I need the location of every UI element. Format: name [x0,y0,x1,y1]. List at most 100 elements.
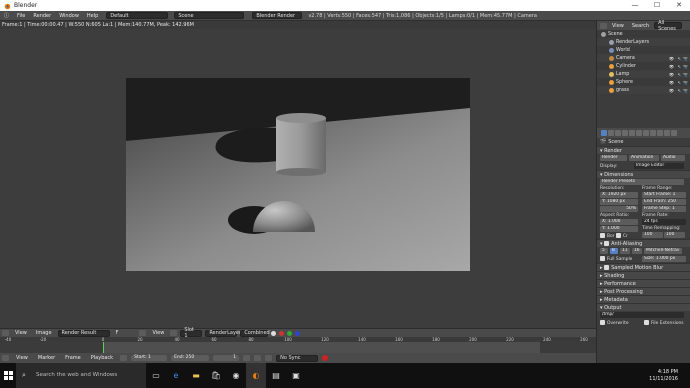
selectability-icon[interactable]: ↖ [678,72,681,77]
timeline-editor-type-icon[interactable] [2,355,9,361]
minimize-button[interactable]: — [624,0,646,11]
constraints-tab-icon[interactable] [636,130,642,136]
resolution-percent-field[interactable]: 50% [600,206,638,212]
aa-size-field[interactable]: Size: 1.000 px [642,256,686,262]
render-panel-title[interactable]: ▾ Render [597,146,690,154]
pin-icon[interactable] [139,330,147,336]
display-select[interactable]: Image Editor [634,163,684,169]
selectability-icon[interactable]: ↖ [678,56,681,61]
antialiasing-panel-title[interactable]: ▾ Anti-Aliasing [597,239,690,247]
render-visibility-icon[interactable]: 📷 [683,72,688,77]
info-editor-icon[interactable]: ⓘ [0,12,13,19]
outliner-item[interactable]: RenderLayers [597,38,690,46]
menu-file[interactable]: File [13,13,29,19]
outliner-item[interactable]: Cylinder 👁 ↖ 📷 [597,62,690,70]
layer-select[interactable]: RenderLayer [205,329,241,337]
end-frame-prop[interactable]: End Fram: 250 [642,199,686,205]
sync-select[interactable]: No Sync [276,354,319,362]
scene-select[interactable]: Scene [174,12,245,19]
outliner-item[interactable]: Lamp 👁 ↖ 📷 [597,70,690,78]
frame-menu[interactable]: Frame [62,355,84,361]
remap-new-field[interactable]: 100 [664,232,685,238]
outliner-item[interactable]: Camera 👁 ↖ 📷 [597,54,690,62]
outliner-filter-select[interactable]: All Scenes [654,20,683,32]
display-red-icon[interactable] [279,330,285,336]
layout-select[interactable]: Default [106,12,169,19]
taskbar-clock[interactable]: 4:18 PM 11/11/2016 [649,369,678,383]
render-visibility-icon[interactable]: 📷 [683,56,688,61]
world-tab-icon[interactable] [622,130,628,136]
timeline-editor[interactable]: -40 -20 0 20 40 60 80 100 120 140 160 18… [0,337,596,363]
task-view-icon[interactable]: ▭ [146,363,166,388]
texture-tab-icon[interactable] [664,130,670,136]
outliner-search-menu[interactable]: Search [629,23,652,29]
material-tab-icon[interactable] [657,130,663,136]
object-tab-icon[interactable] [629,130,635,136]
aa-samples-16[interactable]: 16 [632,248,642,254]
app-icon-4[interactable]: ▣ [286,363,306,388]
selectability-icon[interactable]: ↖ [678,88,681,93]
preview-range-icon[interactable] [120,355,128,361]
editor-type-icon[interactable] [2,330,9,336]
visibility-eye-icon[interactable]: 👁 [669,72,674,77]
view-menu[interactable]: View [12,330,30,336]
dimensions-panel-title[interactable]: ▾ Dimensions [597,170,690,178]
record-icon[interactable] [322,355,329,361]
render-visibility-icon[interactable]: 📷 [683,88,688,93]
render-layers-tab-icon[interactable] [608,130,614,136]
menu-window[interactable]: Window [55,13,83,19]
start-button[interactable] [0,363,16,388]
maximize-button[interactable]: ☐ [646,0,668,11]
shading-panel-title[interactable]: ▸ Shading [597,271,690,279]
frame-step-prop[interactable]: Frame Step: 1 [642,206,686,212]
marker-menu[interactable]: Marker [35,355,58,361]
blender-taskbar-icon[interactable]: ◐ [246,363,266,388]
image-datablock[interactable]: Render Result [57,329,110,337]
jump-start-icon[interactable] [243,355,251,361]
scene-tab-icon[interactable] [615,130,621,136]
start-frame-field[interactable]: Start: 1 [131,355,168,361]
view2-menu[interactable]: View [149,330,167,336]
display-rgb-icon[interactable] [271,330,277,336]
frame-rate-select[interactable]: 24 fps [642,219,686,225]
visibility-eye-icon[interactable]: 👁 [669,88,674,93]
aspect-y-field[interactable]: Y: 1.000 [600,226,638,232]
playhead[interactable] [103,342,104,353]
image-menu[interactable]: Image [33,330,55,336]
menu-help[interactable]: Help [83,13,102,19]
data-tab-icon[interactable] [650,130,656,136]
resolution-y-field[interactable]: Y: 1080 px [600,199,638,205]
aspect-x-field[interactable]: X: 1.000 [600,219,638,225]
post-processing-panel-title[interactable]: ▸ Post Processing [597,287,690,295]
outliner-item[interactable]: World [597,46,690,54]
aa-samples-8[interactable]: 8 [610,248,618,254]
outliner-view-menu[interactable]: View [609,23,627,29]
end-frame-field[interactable]: End: 250 [171,355,210,361]
motion-blur-panel-title[interactable]: ▸ Sampled Motion Blur [597,263,690,271]
selectability-icon[interactable]: ↖ [678,64,681,69]
particles-tab-icon[interactable] [671,130,677,136]
output-path-field[interactable]: /tmp/ [600,312,684,318]
metadata-panel-title[interactable]: ▸ Metadata [597,295,690,303]
display-blue-icon[interactable] [295,330,301,336]
render-visibility-icon[interactable]: 📷 [683,80,688,85]
chrome-icon[interactable]: ◉ [226,363,246,388]
pass-select[interactable]: Combined [240,329,270,337]
fake-user-button[interactable]: F [113,330,122,336]
store-icon[interactable]: 🛍 [206,363,226,388]
close-button[interactable]: ✕ [668,0,690,11]
crop-checkbox[interactable] [615,233,621,238]
animation-button[interactable]: Animation [629,155,659,161]
timeline-track[interactable] [0,342,596,353]
playback-menu[interactable]: Playback [88,355,116,361]
border-checkbox[interactable] [600,233,605,238]
aa-filter-select[interactable]: Mitchell-Netrav [644,248,682,254]
overwrite-checkbox[interactable] [600,320,605,325]
visibility-eye-icon[interactable]: 👁 [669,56,674,61]
current-frame-field[interactable]: 1 [213,355,240,361]
render-button[interactable]: Render [600,155,627,161]
timeline-view-menu[interactable]: View [13,355,31,361]
aa-samples-5[interactable]: 5 [600,248,608,254]
motion-blur-checkbox[interactable] [604,265,610,270]
file-ext-checkbox[interactable] [644,320,649,325]
